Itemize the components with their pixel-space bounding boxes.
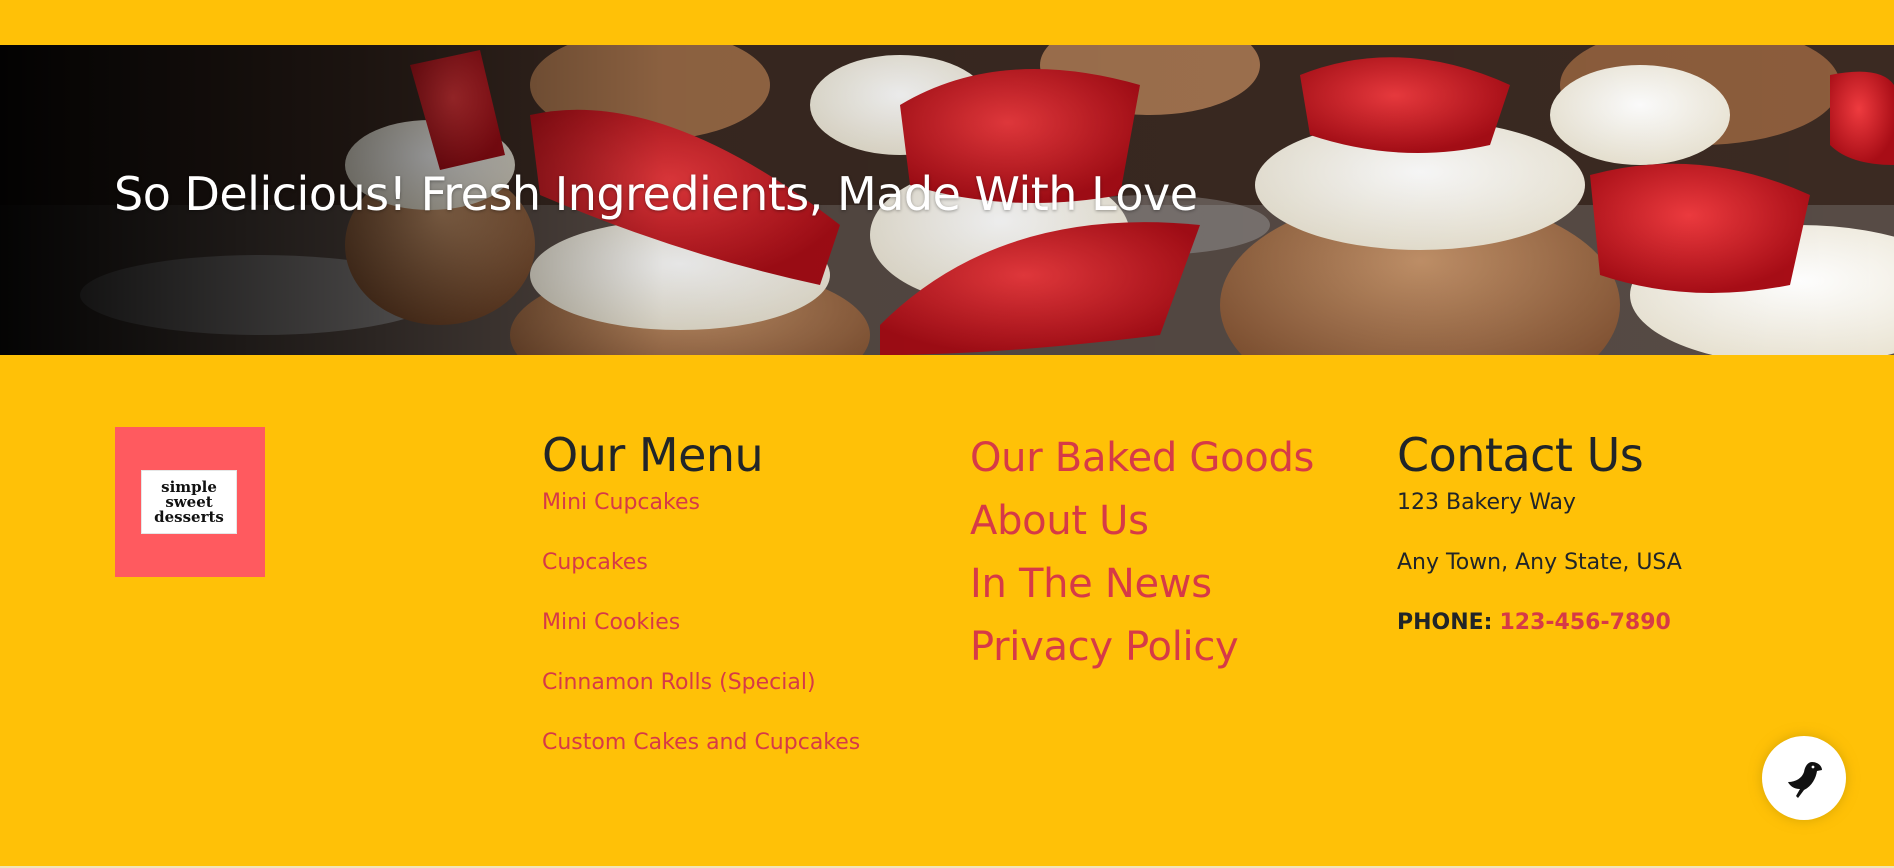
- address-line-1: 123 Bakery Way: [1397, 490, 1576, 515]
- hero-banner: So Delicious! Fresh Ingredients, Made Wi…: [0, 45, 1894, 355]
- link-in-the-news[interactable]: In The News: [970, 553, 1314, 616]
- link-privacy-policy[interactable]: Privacy Policy: [970, 616, 1314, 679]
- logo-line: desserts: [154, 507, 224, 526]
- contact-heading: Contact Us: [1397, 428, 1644, 482]
- hero-title: So Delicious! Fresh Ingredients, Made Wi…: [114, 167, 1198, 221]
- menu-link-cinnamon-rolls[interactable]: Cinnamon Rolls (Special): [542, 667, 860, 727]
- phone-link[interactable]: 123-456-7890: [1499, 610, 1670, 635]
- menu-heading: Our Menu: [542, 428, 764, 482]
- logo-wordmark: simple sweet desserts: [141, 470, 237, 534]
- footer-links: Our Baked Goods About Us In The News Pri…: [970, 427, 1314, 679]
- top-band: [0, 0, 1894, 45]
- chat-button[interactable]: [1762, 736, 1846, 820]
- contact-column: Contact Us 123 Bakery Way Any Town, Any …: [1397, 427, 1682, 667]
- contact-details: 123 Bakery Way Any Town, Any State, USA …: [1397, 487, 1682, 667]
- menu-list: Mini Cupcakes Cupcakes Mini Cookies Cinn…: [542, 487, 860, 787]
- site-footer: simple sweet desserts Our Menu Mini Cupc…: [0, 355, 1894, 868]
- logo[interactable]: simple sweet desserts: [115, 427, 265, 577]
- phone-line: PHONE: 123-456-7890: [1397, 607, 1682, 667]
- menu-link-cupcakes[interactable]: Cupcakes: [542, 547, 860, 607]
- link-about-us[interactable]: About Us: [970, 490, 1314, 553]
- links-column: Our Baked Goods About Us In The News Pri…: [970, 427, 1314, 679]
- menu-column: Our Menu Mini Cupcakes Cupcakes Mini Coo…: [542, 427, 860, 787]
- phone-label: PHONE:: [1397, 610, 1493, 635]
- address-line-2: Any Town, Any State, USA: [1397, 550, 1682, 575]
- bird-icon: [1788, 762, 1822, 798]
- menu-link-mini-cupcakes[interactable]: Mini Cupcakes: [542, 487, 860, 547]
- menu-link-mini-cookies[interactable]: Mini Cookies: [542, 607, 860, 667]
- menu-link-custom-cakes[interactable]: Custom Cakes and Cupcakes: [542, 727, 860, 787]
- link-our-baked-goods[interactable]: Our Baked Goods: [970, 427, 1314, 490]
